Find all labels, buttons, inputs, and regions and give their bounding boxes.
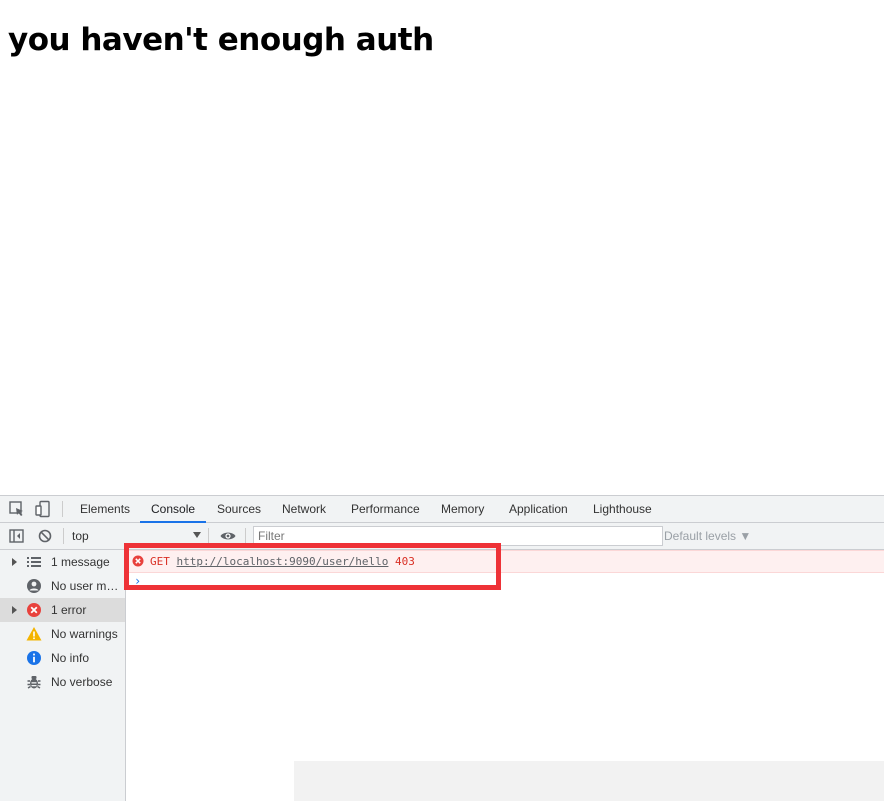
sidebar-item-user-messages[interactable]: No user me... xyxy=(0,574,125,598)
expand-triangle-icon[interactable] xyxy=(12,606,17,614)
sidebar-item-label: 1 error xyxy=(51,603,87,617)
toolbar-separator xyxy=(208,528,209,544)
tab-elements[interactable]: Elements xyxy=(80,496,130,522)
sidebar-toggle-icon[interactable] xyxy=(8,527,26,545)
page-heading: you haven't enough auth xyxy=(8,22,434,58)
sidebar-item-verbose[interactable]: No verbose xyxy=(0,670,125,694)
sidebar-item-label: No verbose xyxy=(51,675,113,689)
warning-icon xyxy=(26,627,42,641)
info-icon xyxy=(27,651,41,665)
sidebar-item-warnings[interactable]: No warnings xyxy=(0,622,125,646)
tab-console[interactable]: Console xyxy=(139,496,207,523)
empty-region xyxy=(294,761,884,801)
bug-icon xyxy=(27,676,41,689)
console-output: GET http://localhost:9090/user/hello 403… xyxy=(124,543,884,801)
sidebar-item-info[interactable]: No info xyxy=(0,646,125,670)
tab-sources[interactable]: Sources xyxy=(217,496,261,522)
devtools-panel: Elements Console Sources Network Perform… xyxy=(0,495,884,801)
sidebar-item-errors[interactable]: 1 error xyxy=(0,598,125,622)
sidebar-item-label: 1 message xyxy=(51,555,110,569)
list-icon xyxy=(27,557,41,567)
user-icon xyxy=(27,579,41,593)
tab-lighthouse[interactable]: Lighthouse xyxy=(593,496,652,522)
devtools-tab-bar: Elements Console Sources Network Perform… xyxy=(0,496,884,523)
toolbar-separator xyxy=(62,501,63,517)
device-toolbar-icon[interactable] xyxy=(34,500,52,518)
sidebar-item-label: No user me... xyxy=(51,579,123,593)
tab-performance[interactable]: Performance xyxy=(351,496,420,522)
inspect-element-icon[interactable] xyxy=(8,500,26,518)
sidebar-item-label: No info xyxy=(51,651,90,665)
error-icon xyxy=(27,603,41,617)
sidebar-item-label: No warnings xyxy=(51,627,118,641)
toolbar-separator xyxy=(245,528,246,544)
highlight-annotation-box xyxy=(124,543,501,590)
tab-memory[interactable]: Memory xyxy=(441,496,484,522)
default-levels-dropdown[interactable]: Default levels ▼ xyxy=(664,523,751,549)
tab-network[interactable]: Network xyxy=(282,496,326,522)
sidebar-item-messages[interactable]: 1 message xyxy=(0,550,125,574)
expand-triangle-icon[interactable] xyxy=(12,558,17,566)
toolbar-separator xyxy=(63,528,64,544)
chevron-down-icon xyxy=(193,532,201,538)
console-sidebar: 1 message No user me... 1 error No warni… xyxy=(0,550,126,801)
tab-application[interactable]: Application xyxy=(509,496,568,522)
clear-console-icon[interactable] xyxy=(36,527,54,545)
